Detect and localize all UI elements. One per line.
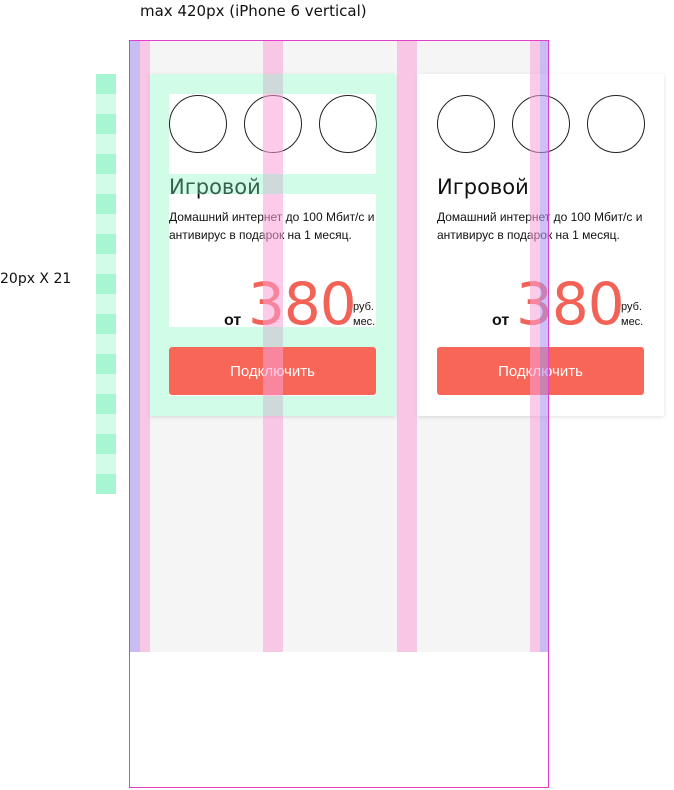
viewport-label: max 420px (iPhone 6 vertical) [140, 2, 367, 20]
price-unit: руб. мес. [621, 300, 643, 330]
rhythm-block [96, 94, 116, 114]
rhythm-block [96, 434, 116, 454]
rhythm-block [96, 254, 116, 274]
rhythm-block [96, 414, 116, 434]
rhythm-block [96, 154, 116, 174]
rhythm-block [96, 134, 116, 154]
price-unit-period: мес. [621, 316, 644, 328]
rhythm-block [96, 294, 116, 314]
rhythm-block [96, 74, 116, 94]
price-unit-currency: руб. [621, 301, 642, 313]
rhythm-block [96, 234, 116, 254]
rhythm-label: 20px X 21 [0, 271, 72, 287]
viewport-frame [129, 40, 549, 788]
rhythm-block [96, 194, 116, 214]
rhythm-block [96, 334, 116, 354]
feature-circle-icon [587, 95, 645, 153]
rhythm-block [96, 474, 116, 494]
rhythm-block [96, 314, 116, 334]
rhythm-block [96, 274, 116, 294]
rhythm-block [96, 214, 116, 234]
rhythm-block [96, 454, 116, 474]
rhythm-block [96, 374, 116, 394]
rhythm-block [96, 174, 116, 194]
rhythm-block [96, 114, 116, 134]
rhythm-block [96, 394, 116, 414]
rhythm-block [96, 354, 116, 374]
